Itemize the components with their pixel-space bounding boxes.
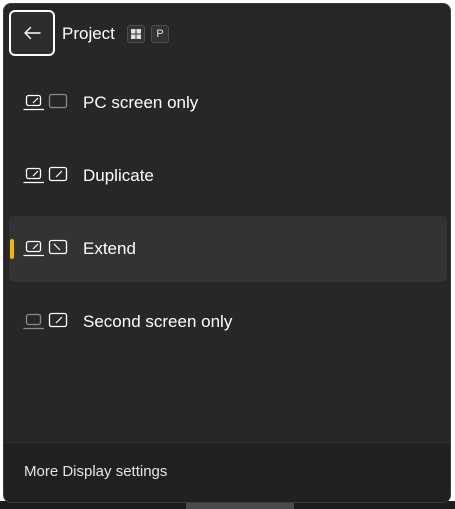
option-label: Extend <box>83 239 136 258</box>
second-screen-only-icon <box>23 312 68 330</box>
arrow-left-icon <box>24 26 41 40</box>
duplicate-icon <box>23 166 68 184</box>
pc-screen-only-icon <box>23 93 68 111</box>
flyout-header: Project P <box>4 4 450 66</box>
option-label: PC screen only <box>83 93 199 112</box>
more-display-settings-link[interactable]: More Display settings <box>24 463 167 481</box>
windows-logo-icon <box>131 29 141 39</box>
p-key-badge: P <box>151 25 169 43</box>
option-label: Duplicate <box>83 166 154 185</box>
option-second-screen-only[interactable]: Second screen only <box>9 289 447 355</box>
option-label: Second screen only <box>83 312 233 331</box>
page-title: Project <box>62 24 115 43</box>
option-pc-screen-only[interactable]: PC screen only <box>9 70 447 136</box>
back-button[interactable] <box>9 10 55 56</box>
flyout-footer: More Display settings <box>4 442 450 502</box>
extend-icon <box>23 239 68 257</box>
selected-indicator <box>10 239 14 259</box>
option-extend[interactable]: Extend <box>9 216 447 282</box>
option-duplicate[interactable]: Duplicate <box>9 143 447 209</box>
project-flyout: Project P PC screen only Duplicate Exten… <box>3 3 451 503</box>
windows-key-badge <box>127 25 145 43</box>
